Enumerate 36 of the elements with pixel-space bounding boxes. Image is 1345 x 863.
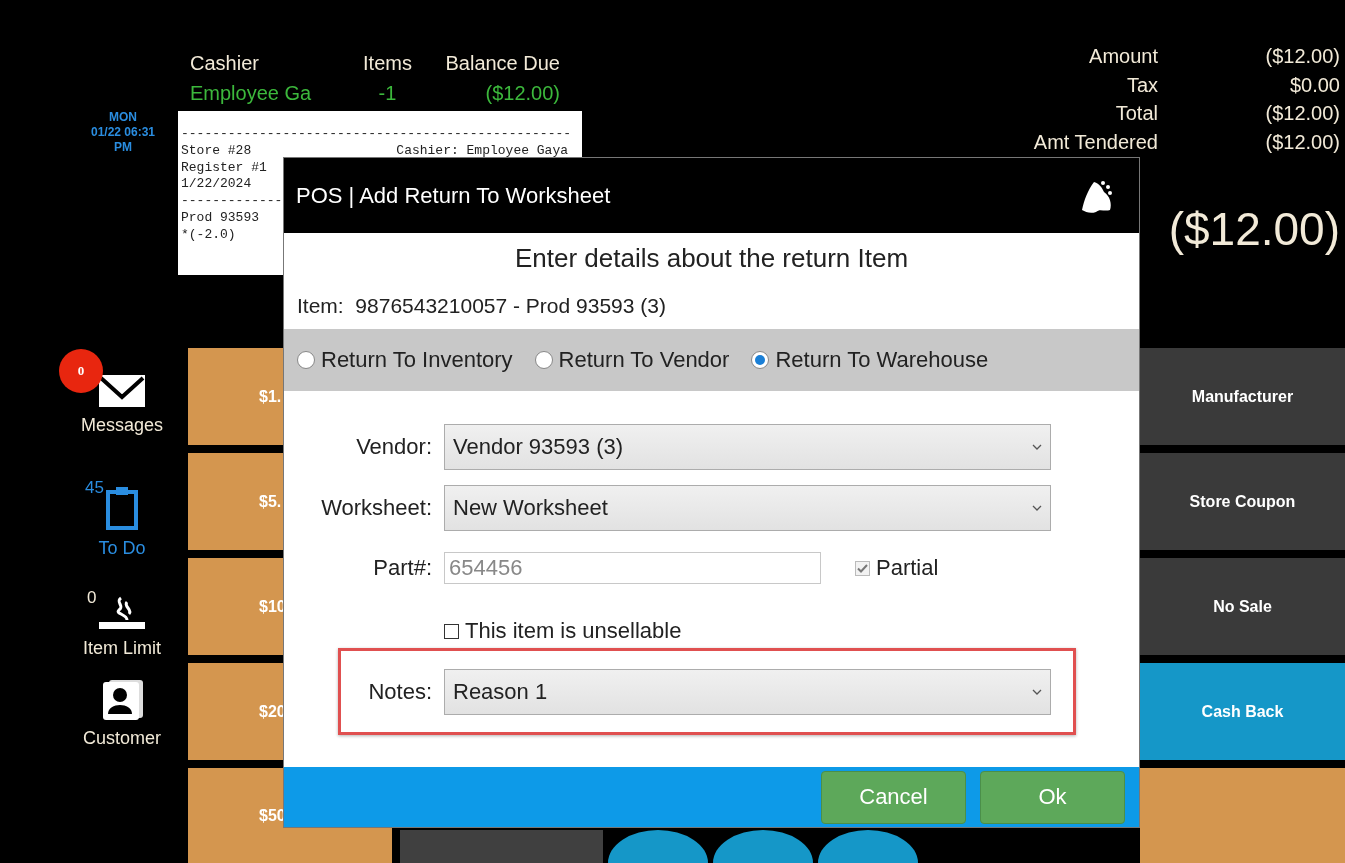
receipt-text: -------------: [181, 193, 283, 210]
total-label: Total: [1114, 101, 1158, 126]
field-label: Worksheet:: [320, 495, 432, 521]
total-label: Amount: [1088, 44, 1158, 69]
receipt-text: --------------------------------------------------: [181, 126, 572, 143]
receipt-text: Register #1: [181, 159, 267, 177]
column-header: Balance Due: [444, 51, 560, 76]
column-value: ($12.00): [484, 81, 560, 106]
total-value: ($12.00): [1264, 44, 1340, 69]
checkbox-label: This item is unsellable: [465, 618, 682, 644]
total-value: ($12.00): [1264, 129, 1340, 155]
receipt-text: *(-2.0): [181, 226, 236, 244]
total-value: ($12.00): [1264, 101, 1340, 126]
receipt-text: 1/22/2024: [181, 176, 252, 194]
dialog-heading: Enter details about the return Item: [513, 242, 910, 275]
column-header: Items: [362, 51, 413, 76]
total-value: $0.00: [1288, 72, 1340, 98]
total-label: Tax: [1125, 72, 1158, 98]
receipt-text: Prod 93593: [181, 210, 259, 227]
receipt-text: Cashier: Employee Gaya: [396, 142, 568, 160]
checkbox-label: Partial: [876, 555, 939, 581]
column-header: Cashier: [190, 51, 260, 76]
receipt-text: Store #28: [181, 142, 252, 160]
notification-badge: 0: [59, 349, 103, 393]
count-text: 45: [85, 478, 104, 498]
column-value: -1: [377, 81, 398, 106]
field-label: Part#:: [372, 555, 432, 581]
total-label: Amt Tendered: [1032, 129, 1158, 155]
column-value: Employee Ga: [190, 81, 313, 106]
clock-text: MON 01/22 06:31 PM: [89, 110, 157, 155]
balance-amount: ($12.00): [1167, 202, 1340, 256]
item-text: Item: 9876543210057 - Prod 93593 (3): [296, 293, 667, 319]
count-text: 0: [87, 588, 97, 608]
window-title: POS | Add Return To Worksheet: [296, 182, 612, 209]
field-label: Notes:: [367, 679, 432, 705]
field-label: Vendor:: [355, 434, 432, 460]
